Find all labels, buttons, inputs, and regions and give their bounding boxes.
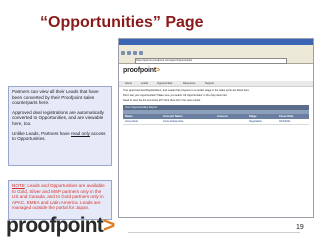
cell-stage: Negotiation — [249, 120, 263, 123]
nav-item-resources[interactable]: Resources — [183, 81, 195, 86]
slide-title: “Opportunities” Page — [40, 14, 204, 31]
logo-mark: > — [102, 214, 115, 237]
footer-divider — [128, 232, 300, 233]
nav-item-opportunities[interactable]: Opportunities — [157, 81, 172, 86]
home-icon[interactable] — [139, 51, 143, 55]
proofpoint-logo: proofpoint> — [6, 214, 115, 238]
info-line-2: Don't see your opportunities? Make sure … — [123, 94, 228, 97]
back-icon[interactable] — [121, 51, 125, 55]
cell-account-name[interactable]: Acme Enterprises — [163, 119, 183, 124]
note-text: : Leads and Opportunities are available … — [12, 183, 105, 211]
callout-opportunities-info: Partners can view all their Leads that h… — [8, 86, 112, 166]
note-label: NOTE — [12, 183, 25, 188]
forward-icon[interactable] — [127, 51, 131, 55]
info-line-1: Your approved deal Registrations, and Le… — [123, 89, 250, 92]
callout-p3-before: Unlike Leads, Partners have — [12, 130, 71, 136]
callout-paragraph-2: Approved deal registrations are automati… — [12, 109, 104, 126]
site-logo[interactable]: proofpoint> — [123, 67, 160, 74]
callout-paragraph-1: Partners can view all their Leads that h… — [12, 89, 99, 106]
nav-item-support[interactable]: Support — [205, 81, 214, 86]
page-number: 19 — [296, 224, 304, 231]
browser-window: https://partner.proofpoint.com/apex/Oppo… — [118, 38, 314, 218]
site-logo-mark: > — [156, 67, 160, 74]
cell-close-date: 4/15/2011 — [279, 120, 291, 123]
info-line-3: Need to view the list and show all? Clic… — [123, 99, 201, 102]
cell-name[interactable]: Acme Deal — [125, 119, 138, 124]
logo-word: proofpoint — [6, 214, 104, 237]
site-nav — [119, 81, 313, 87]
callout-paragraph-3: Unlike Leads, Partners have read only ac… — [12, 131, 108, 142]
callout-p3-underline: read only — [71, 130, 90, 136]
nav-item-leads[interactable]: Leads — [141, 81, 148, 86]
site-logo-word: proofpoint — [123, 67, 156, 74]
nav-item-home[interactable]: Home — [125, 81, 132, 86]
refresh-icon[interactable] — [133, 51, 137, 55]
